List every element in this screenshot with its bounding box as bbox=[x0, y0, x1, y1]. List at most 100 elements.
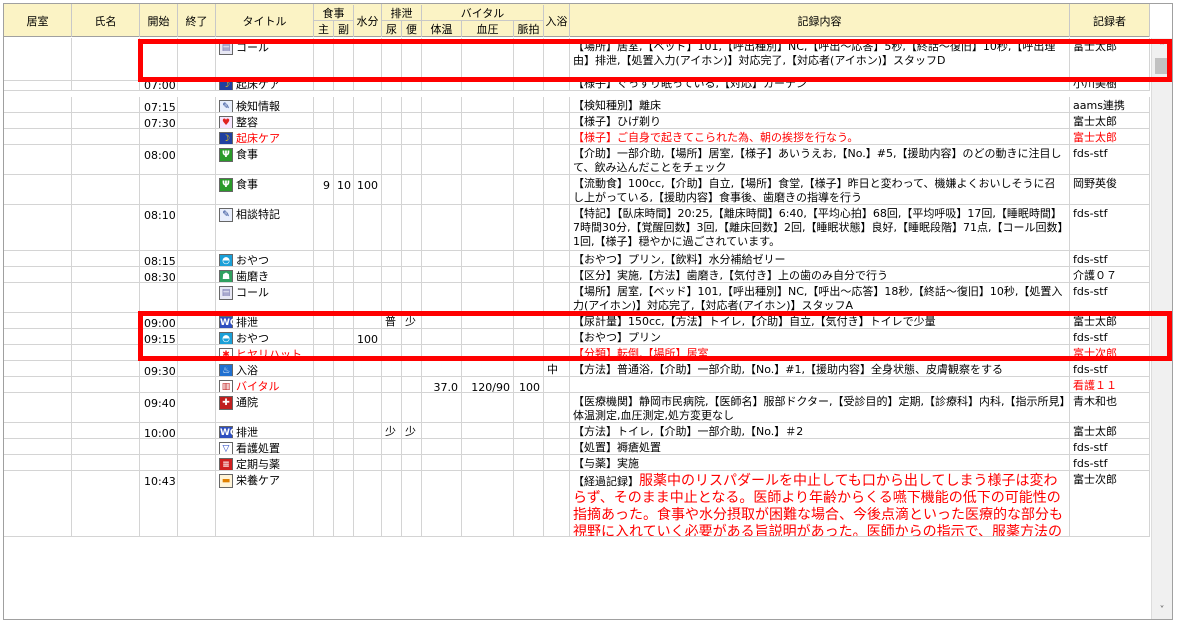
cell-urine bbox=[382, 205, 402, 250]
cell-bp bbox=[462, 313, 514, 328]
cell-urine bbox=[382, 175, 402, 204]
cell-title: ☽ 起床ケア bbox=[216, 129, 314, 144]
col-meal-main[interactable]: 主 bbox=[314, 21, 334, 37]
cell-record: 【方法】普通浴,【介助】一部介助,【No.】#1,【援助内容】全身状態、皮膚観察… bbox=[570, 361, 1070, 376]
table-row[interactable]: 09:30 ♨入浴 中止【方法】普通浴,【介助】一部介助,【No.】#1,【援助内容… bbox=[4, 361, 1150, 377]
cell-recorder: fds-stf bbox=[1070, 251, 1150, 266]
title-label: 入浴 bbox=[236, 364, 258, 376]
col-temp[interactable]: 体温 bbox=[422, 21, 462, 37]
cell-name bbox=[72, 145, 140, 174]
cell-meal-main bbox=[314, 205, 334, 250]
record-text: 【様子】ひげ剃り bbox=[573, 115, 661, 128]
vertical-scrollbar[interactable]: ˄ ˅ bbox=[1151, 38, 1172, 619]
table-row[interactable]: ▽ 看護処置 【処置】褥瘡処置 fds-stf bbox=[4, 439, 1150, 455]
col-room[interactable]: 居室 bbox=[4, 4, 72, 37]
col-meal-side[interactable]: 副 bbox=[334, 21, 354, 37]
grid-header: 居室 氏名 開始 終了 タイトル 食事 主 副 水分 排泄 尿 便 バイタル 体… bbox=[4, 4, 1150, 37]
cell-title: ✎ 検知情報 bbox=[216, 97, 314, 112]
cell-record: 【様子】ぐっすり眠っている,【対応】カーテン bbox=[570, 75, 1070, 90]
record-text: 【医療機関】静岡市民病院,【医師名】服部ドクター,【受診目的】定期,【診療科】内… bbox=[573, 395, 1066, 422]
cell-end bbox=[178, 329, 216, 344]
col-name[interactable]: 氏名 bbox=[72, 4, 140, 37]
scroll-up-icon[interactable]: ˄ bbox=[1152, 38, 1172, 56]
col-bath[interactable]: 入浴 bbox=[544, 4, 570, 37]
record-text: 【分類】転倒,【場所】居室 bbox=[573, 347, 709, 360]
table-row[interactable]: 08:00 Ψ 食事 【介助】一部介助,【場所】居室,【様子】あいうえお,【No.】#… bbox=[4, 145, 1150, 175]
bath-icon: ♨ bbox=[219, 364, 233, 376]
table-row[interactable]: 09:40 ✚ 通院 【医療機関】静岡市民病院,【医師名】服部ドクター,【受診目的】定… bbox=[4, 393, 1150, 423]
cell-record: 【医療機関】静岡市民病院,【医師名】服部ドクター,【受診目的】定期,【診療科】内… bbox=[570, 393, 1070, 422]
col-end[interactable]: 終了 bbox=[178, 4, 216, 37]
col-urine[interactable]: 尿 bbox=[382, 21, 402, 37]
table-row[interactable]: Ψ 食事 9 10 100 【流動食】100cc,【介助】自立,【場所】食堂,【様子】昨日… bbox=[4, 175, 1150, 205]
record-text: 【様子】ご自身で起きてこられた為、朝の挨拶を行なう。 bbox=[573, 131, 859, 144]
cell-name bbox=[72, 205, 140, 250]
cell-start bbox=[140, 175, 178, 204]
cell-bath bbox=[544, 113, 570, 128]
col-title[interactable]: タイトル bbox=[216, 4, 314, 37]
cell-recorder: 富士太郎 bbox=[1070, 113, 1150, 128]
col-water[interactable]: 水分 bbox=[354, 4, 382, 37]
table-row[interactable]: 09:00 WC 排泄 普少 【尿計量】150cc,【方法】トイレ,【介助】自立,【気付… bbox=[4, 313, 1150, 329]
cell-record: 【処置】褥瘡処置 bbox=[570, 439, 1070, 454]
cell-recorder: 富士太郎 bbox=[1070, 38, 1150, 80]
table-row[interactable]: 07:00 ☽ 起床ケア 【様子】ぐっすり眠っている,【対応】カーテン 小川美樹 bbox=[4, 75, 1150, 91]
cell-stool bbox=[402, 205, 422, 250]
grid-body: ▤ コール 【場所】居室,【ベッド】101,【呼出種別】NC,【呼出～応答】5秒,【… bbox=[4, 38, 1150, 619]
cell-name bbox=[72, 97, 140, 112]
table-row[interactable]: 08:15 ◓ おやつ 【おやつ】プリン,【飲料】水分補給ゼリー fds-stf bbox=[4, 251, 1150, 267]
cell-name bbox=[72, 113, 140, 128]
cell-urine bbox=[382, 113, 402, 128]
col-record[interactable]: 記録内容 bbox=[570, 4, 1070, 37]
cell-meal-side bbox=[334, 145, 354, 174]
col-stool[interactable]: 便 bbox=[402, 21, 422, 37]
table-row[interactable]: ☽ 起床ケア 【様子】ご自身で起きてこられた為、朝の挨拶を行なう。 富士太郎 bbox=[4, 129, 1150, 145]
table-row[interactable]: 07:30 ♥ 整容 【様子】ひげ剃り 富士太郎 bbox=[4, 113, 1150, 129]
table-row[interactable]: ▤ コール 【場所】居室,【ベッド】101,【呼出種別】NC,【呼出～応答】18秒,… bbox=[4, 283, 1150, 313]
title-label: 排泄 bbox=[236, 316, 258, 328]
col-start[interactable]: 開始 bbox=[140, 4, 178, 37]
cell-end bbox=[178, 75, 216, 90]
cell-temp bbox=[422, 175, 462, 204]
col-pulse[interactable]: 脈拍 bbox=[514, 21, 544, 37]
table-row[interactable]: ✱ ヒヤリハット 【分類】転倒,【場所】居室 富士次郎 bbox=[4, 345, 1150, 361]
scroll-down-icon[interactable]: ˅ bbox=[1152, 601, 1172, 619]
table-row[interactable]: 08:10 ✎ 相談特記 【特記】【臥床時間】20:25,【離床時間】6:40,【平均… bbox=[4, 205, 1150, 251]
toilet-icon: WC bbox=[219, 316, 237, 328]
cell-bp bbox=[462, 329, 514, 344]
cell-bath bbox=[544, 175, 570, 204]
table-row[interactable]: 10:00 WC 排泄 少少 【方法】トイレ,【介助】一部介助,【No.】＃2 富士太郎 bbox=[4, 423, 1150, 439]
cell-meal-main bbox=[314, 38, 334, 80]
cell-recorder: fds-stf bbox=[1070, 205, 1150, 250]
title-label: コール bbox=[236, 41, 269, 54]
record-text: 服薬中のリスパダールを中止しても口から出してしまう様子は変わらず、そのまま中止と… bbox=[573, 473, 1063, 536]
cell-meal-main bbox=[314, 361, 334, 376]
table-row[interactable]: 08:30 ☗ 歯磨き 【区分】実施,【方法】歯磨き,【気付き】上の歯のみ自分で行う 介… bbox=[4, 267, 1150, 283]
cell-start: 07:00 bbox=[140, 75, 178, 90]
cell-title: ▬ 栄養ケア bbox=[216, 471, 314, 536]
table-row[interactable]: ≡ 定期与薬 【与薬】実施 fds-stf bbox=[4, 455, 1150, 471]
cell-title: ☽ 起床ケア bbox=[216, 75, 314, 90]
cell-temp bbox=[422, 97, 462, 112]
cell-temp bbox=[422, 129, 462, 144]
cell-temp bbox=[422, 361, 462, 376]
col-group-vital: バイタル bbox=[422, 5, 544, 21]
scroll-thumb[interactable] bbox=[1155, 58, 1169, 74]
table-row[interactable]: 09:15 ◓ おやつ 100 【おやつ】プリン fds-stf bbox=[4, 329, 1150, 345]
table-row[interactable]: ▥ バイタル 37.0 120/90 100 看護１１ bbox=[4, 377, 1150, 393]
col-bp[interactable]: 血圧 bbox=[462, 21, 514, 37]
cell-water bbox=[354, 471, 382, 536]
cell-bp bbox=[462, 251, 514, 266]
cell-title: Ψ 食事 bbox=[216, 145, 314, 174]
table-row[interactable]: 10:43 ▬ 栄養ケア 【経過記録】服薬中のリスパダールを中止しても口から出してしま… bbox=[4, 471, 1150, 537]
cell-room bbox=[4, 113, 72, 128]
meal-icon: Ψ bbox=[219, 178, 233, 192]
cell-urine bbox=[382, 455, 402, 470]
col-recorder[interactable]: 記録者 bbox=[1070, 4, 1150, 37]
cell-stool: 少 bbox=[402, 313, 422, 328]
cell-bp bbox=[462, 75, 514, 90]
cell-room bbox=[4, 97, 72, 112]
medicine-icon: ≡ bbox=[219, 458, 233, 470]
table-row[interactable]: 07:15 ✎ 検知情報 【検知種別】離床 aams連携 bbox=[4, 97, 1150, 113]
cell-temp bbox=[422, 113, 462, 128]
